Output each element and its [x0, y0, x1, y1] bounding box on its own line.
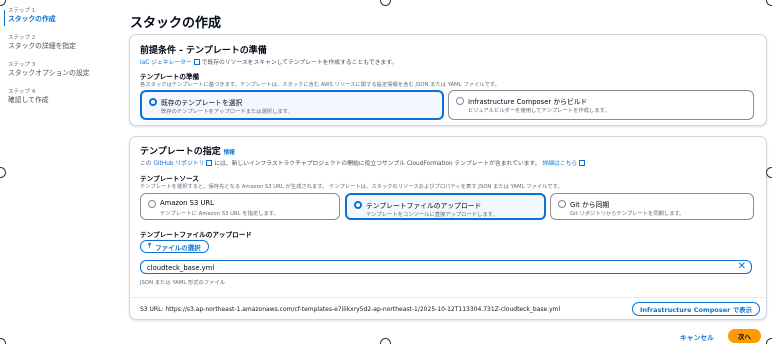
section-description: テンプレートを選択すると、保存先となる Amazon S3 URL が生成されま… — [140, 184, 563, 190]
step-number: ステップ 1 — [8, 8, 36, 14]
file-name: cloudteck_base.yml — [147, 264, 215, 272]
panel-title-text: テンプレートの指定 — [140, 147, 221, 157]
s3-url-bar: S3 URL: https://s3.ap-northeast-1.amazon… — [130, 297, 766, 321]
button-label: ファイルの選択 — [155, 243, 201, 252]
radio-icon[interactable] — [148, 200, 156, 208]
option-title: Amazon S3 URL — [160, 199, 214, 207]
section-description: 各スタックはテンプレートに基づきます。テンプレートは、スタックに含む AWS リ… — [140, 82, 500, 88]
page-title: スタックの作成 — [130, 16, 222, 31]
option-title: Infrastructure Composer からビルド — [468, 98, 588, 106]
description-prefix: この — [140, 161, 152, 167]
resize-handle-bottom-right[interactable] — [766, 338, 772, 344]
step-3[interactable]: ステップ 3 スタックオプションの設定 — [8, 62, 90, 78]
step-1[interactable]: ステップ 1 スタックの作成 — [8, 8, 56, 24]
upload-icon: ⤒ — [148, 242, 152, 250]
option-title: テンプレートファイルのアップロード — [366, 202, 482, 210]
info-link[interactable]: 情報 — [224, 150, 235, 156]
option-infrastructure-composer[interactable]: Infrastructure Composer からビルド ビジュアルビルダーを… — [448, 90, 754, 120]
external-link-icon — [206, 160, 213, 166]
external-link-icon — [579, 160, 586, 166]
cancel-button[interactable]: キャンセル — [680, 332, 714, 342]
panel-description: この GitHub リポジトリ には、新しいインフラストラクチャプロジェクトの開… — [140, 158, 586, 167]
step-label: スタックオプションの設定 — [8, 69, 90, 77]
description-text: で既存のリソースをスキャンしてテンプレートを作成することもできます。 — [201, 60, 398, 66]
radio-icon[interactable] — [558, 200, 566, 208]
resize-handle-bottom[interactable] — [380, 338, 391, 344]
option-description: Git リポジトリからテンプレートを同期します。 — [570, 211, 685, 217]
file-format-hint: JSON または YAML 形式のファイル — [140, 280, 226, 286]
step-label: スタックの作成 — [8, 15, 56, 23]
view-in-composer-button[interactable]: Infrastructure Composer で表示 — [632, 302, 761, 316]
wizard-sidebar: ステップ 1 スタックの作成 ステップ 2 スタックの詳細を指定 ステップ 3 … — [0, 0, 118, 344]
external-link-icon — [193, 59, 200, 65]
resize-handle-top[interactable] — [380, 0, 391, 6]
specify-template-panel: テンプレートの指定 情報 この GitHub リポジトリ には、新しいインフラスト… — [129, 136, 767, 320]
iac-generator-link[interactable]: IaC ジェネレーター — [140, 60, 192, 66]
next-button[interactable]: 次へ — [728, 329, 761, 343]
option-title: 既存のテンプレートを選択 — [161, 99, 243, 107]
option-description: ビジュアルビルダーを使用してテンプレートを作成します。 — [468, 108, 610, 114]
source-amazon-s3-url[interactable]: Amazon S3 URL テンプレートに Amazon S3 URL を指定し… — [140, 193, 340, 220]
source-upload-template-file[interactable]: テンプレートファイルのアップロード テンプレートをコンソールに直接アップロードし… — [345, 193, 546, 220]
prerequisite-panel: 前提条件 - テンプレートの準備 IaC ジェネレーター で既存のリソースをスキ… — [129, 34, 767, 126]
panel-title: テンプレートの指定 情報 — [140, 144, 235, 157]
active-step-indicator — [4, 10, 5, 26]
step-label: 確認して作成 — [8, 96, 49, 104]
radio-icon[interactable] — [456, 97, 464, 105]
step-4[interactable]: ステップ 4 確認して作成 — [8, 89, 49, 105]
radio-selected-icon[interactable] — [149, 98, 157, 106]
option-title: Git から同期 — [570, 201, 610, 209]
panel-title: 前提条件 - テンプレートの準備 — [140, 46, 267, 56]
option-description: テンプレートに Amazon S3 URL を指定します。 — [160, 211, 279, 217]
selected-file-field[interactable]: cloudteck_base.yml ✕ — [140, 260, 752, 274]
step-number: ステップ 3 — [8, 62, 36, 68]
option-existing-template[interactable]: 既存のテンプレートを選択 既存のテンプレートをアップロードまたは選択します。 — [140, 90, 444, 120]
step-label: スタックの詳細を指定 — [8, 42, 76, 50]
choose-file-button[interactable]: ⤒ ファイルの選択 — [140, 240, 209, 253]
s3-url-text: S3 URL: https://s3.ap-northeast-1.amazon… — [140, 306, 561, 313]
github-repo-link[interactable]: GitHub リポジトリ — [153, 161, 204, 167]
learn-more-link[interactable]: 詳細はこちら — [542, 161, 577, 167]
upload-label: テンプレートファイルのアップロード — [140, 231, 252, 239]
step-number: ステップ 4 — [8, 89, 36, 95]
option-description: 既存のテンプレートをアップロードまたは選択します。 — [161, 109, 293, 115]
description-text: には、新しいインフラストラクチャプロジェクトの開始に役立つサンプル CloudF… — [214, 161, 541, 167]
close-icon[interactable]: ✕ — [738, 261, 746, 273]
step-2[interactable]: ステップ 2 スタックの詳細を指定 — [8, 35, 76, 51]
panel-description: IaC ジェネレーター で既存のリソースをスキャンしてテンプレートを作成すること… — [140, 57, 397, 66]
option-description: テンプレートをコンソールに直接アップロードします。 — [366, 212, 498, 218]
source-sync-from-git[interactable]: Git から同期 Git リポジトリからテンプレートを同期します。 — [550, 193, 754, 220]
radio-selected-icon[interactable] — [354, 201, 362, 209]
resize-handle-top-right[interactable] — [766, 0, 772, 6]
resize-handle-right[interactable] — [766, 167, 772, 178]
step-number: ステップ 2 — [8, 35, 36, 41]
